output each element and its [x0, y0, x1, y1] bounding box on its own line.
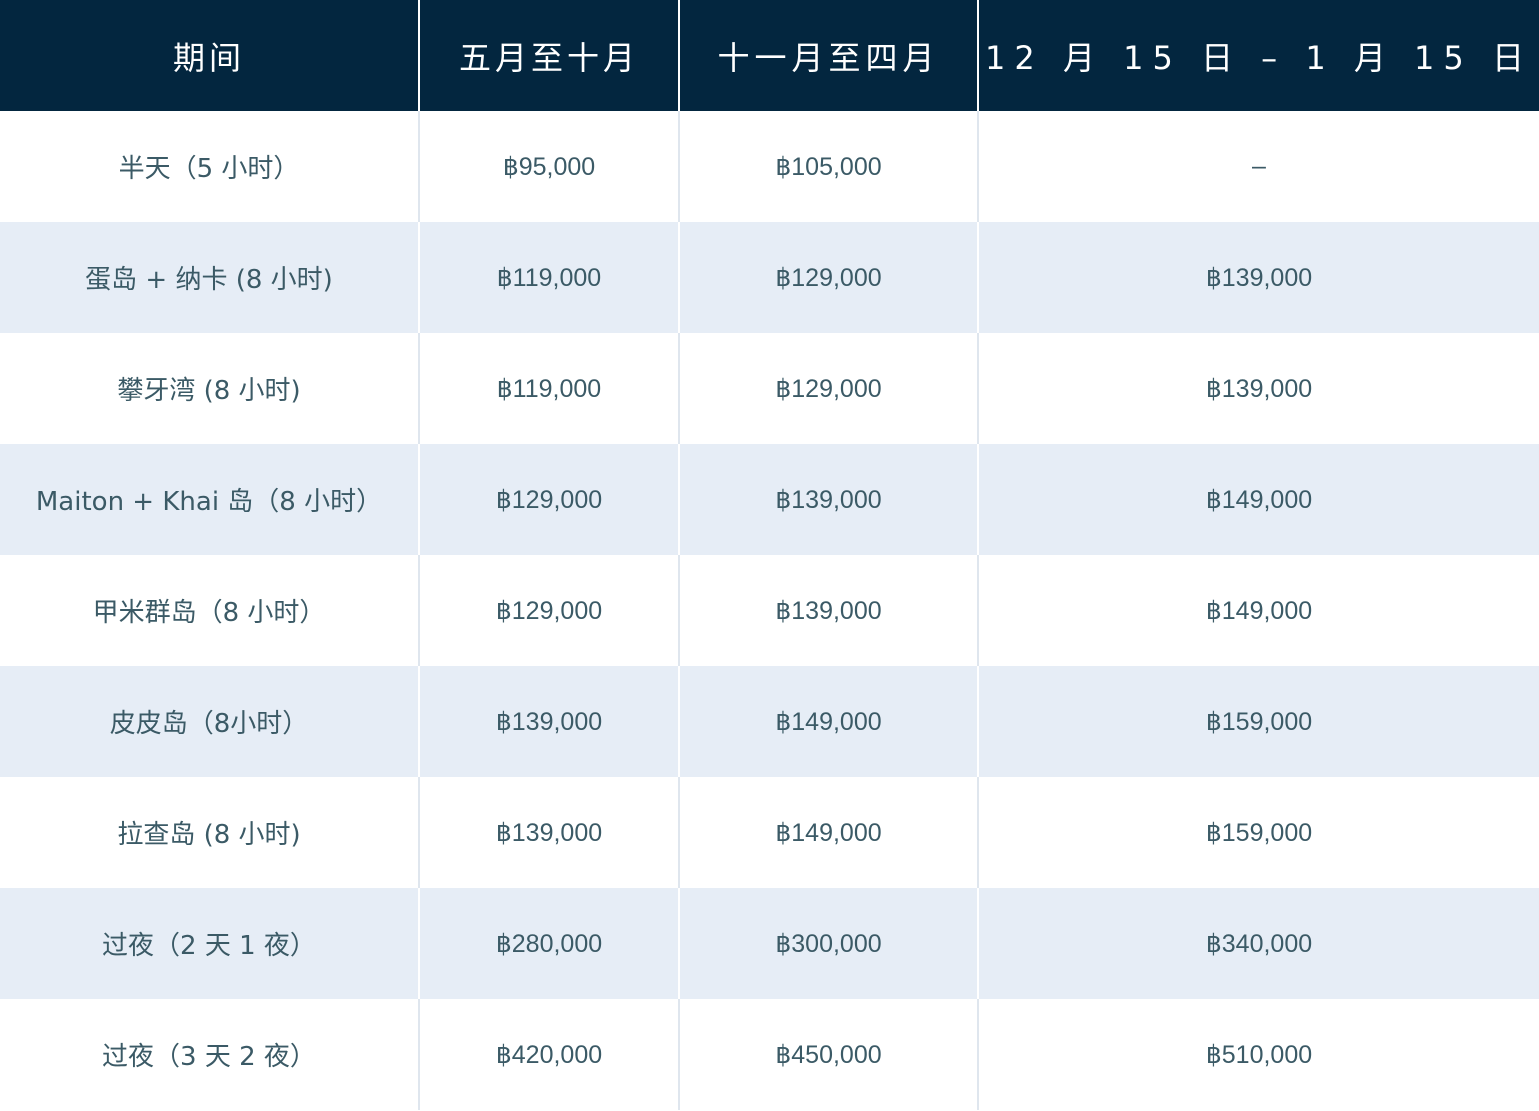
price-peak-cell: ฿149,000: [977, 555, 1539, 666]
trip-cell: 过夜（2 天 1 夜）: [0, 888, 419, 999]
price-peak-cell: ฿149,000: [977, 444, 1539, 555]
price-may-oct-cell: ฿280,000: [418, 888, 679, 999]
price-nov-apr-cell: ฿149,000: [678, 777, 978, 888]
price-peak-cell: –: [977, 111, 1539, 222]
header-may-oct: 五月至十月: [418, 0, 679, 111]
price-table: 期间 五月至十月 十一月至四月 12 月 15 日 – 1 月 15 日 半天（…: [0, 0, 1539, 1110]
price-nov-apr-cell: ฿129,000: [678, 333, 978, 444]
header-nov-apr: 十一月至四月: [678, 0, 978, 111]
trip-cell: 攀牙湾 (8 小时): [0, 333, 419, 444]
price-peak-cell: ฿340,000: [977, 888, 1539, 999]
price-nov-apr-cell: ฿300,000: [678, 888, 978, 999]
header-row: 期间 五月至十月 十一月至四月 12 月 15 日 – 1 月 15 日: [0, 0, 1539, 111]
price-nov-apr-cell: ฿149,000: [678, 666, 978, 777]
table-row: 甲米群岛（8 小时） ฿129,000 ฿139,000 ฿149,000: [0, 555, 1539, 666]
table-row: 皮皮岛（8小时） ฿139,000 ฿149,000 ฿159,000: [0, 666, 1539, 777]
table-header: 期间 五月至十月 十一月至四月 12 月 15 日 – 1 月 15 日: [0, 0, 1539, 111]
table-row: 过夜（3 天 2 夜） ฿420,000 ฿450,000 ฿510,000: [0, 999, 1539, 1110]
price-may-oct-cell: ฿139,000: [418, 666, 679, 777]
table-row: 过夜（2 天 1 夜） ฿280,000 ฿300,000 ฿340,000: [0, 888, 1539, 999]
table-row: 蛋岛 + 纳卡 (8 小时) ฿119,000 ฿129,000 ฿139,00…: [0, 222, 1539, 333]
table-body: 半天（5 小时） ฿95,000 ฿105,000 – 蛋岛 + 纳卡 (8 小…: [0, 111, 1539, 1110]
price-may-oct-cell: ฿119,000: [418, 222, 679, 333]
price-peak-cell: ฿510,000: [977, 999, 1539, 1110]
price-nov-apr-cell: ฿105,000: [678, 111, 978, 222]
table-row: 拉查岛 (8 小时) ฿139,000 ฿149,000 ฿159,000: [0, 777, 1539, 888]
header-period: 期间: [0, 0, 419, 111]
price-may-oct-cell: ฿95,000: [418, 111, 679, 222]
trip-cell: 皮皮岛（8小时）: [0, 666, 419, 777]
table-row: 攀牙湾 (8 小时) ฿119,000 ฿129,000 ฿139,000: [0, 333, 1539, 444]
trip-cell: 半天（5 小时）: [0, 111, 419, 222]
price-nov-apr-cell: ฿139,000: [678, 555, 978, 666]
price-nov-apr-cell: ฿450,000: [678, 999, 978, 1110]
trip-cell: 蛋岛 + 纳卡 (8 小时): [0, 222, 419, 333]
table-row: 半天（5 小时） ฿95,000 ฿105,000 –: [0, 111, 1539, 222]
price-peak-cell: ฿159,000: [977, 777, 1539, 888]
table-row: Maiton + Khai 岛（8 小时） ฿129,000 ฿139,000 …: [0, 444, 1539, 555]
price-may-oct-cell: ฿119,000: [418, 333, 679, 444]
trip-cell: 甲米群岛（8 小时）: [0, 555, 419, 666]
price-may-oct-cell: ฿420,000: [418, 999, 679, 1110]
header-peak-season: 12 月 15 日 – 1 月 15 日: [977, 0, 1539, 111]
price-peak-cell: ฿139,000: [977, 333, 1539, 444]
price-may-oct-cell: ฿129,000: [418, 555, 679, 666]
price-may-oct-cell: ฿139,000: [418, 777, 679, 888]
trip-cell: 拉查岛 (8 小时): [0, 777, 419, 888]
trip-cell: Maiton + Khai 岛（8 小时）: [0, 444, 419, 555]
price-nov-apr-cell: ฿139,000: [678, 444, 978, 555]
price-may-oct-cell: ฿129,000: [418, 444, 679, 555]
price-peak-cell: ฿159,000: [977, 666, 1539, 777]
trip-cell: 过夜（3 天 2 夜）: [0, 999, 419, 1110]
price-nov-apr-cell: ฿129,000: [678, 222, 978, 333]
price-peak-cell: ฿139,000: [977, 222, 1539, 333]
